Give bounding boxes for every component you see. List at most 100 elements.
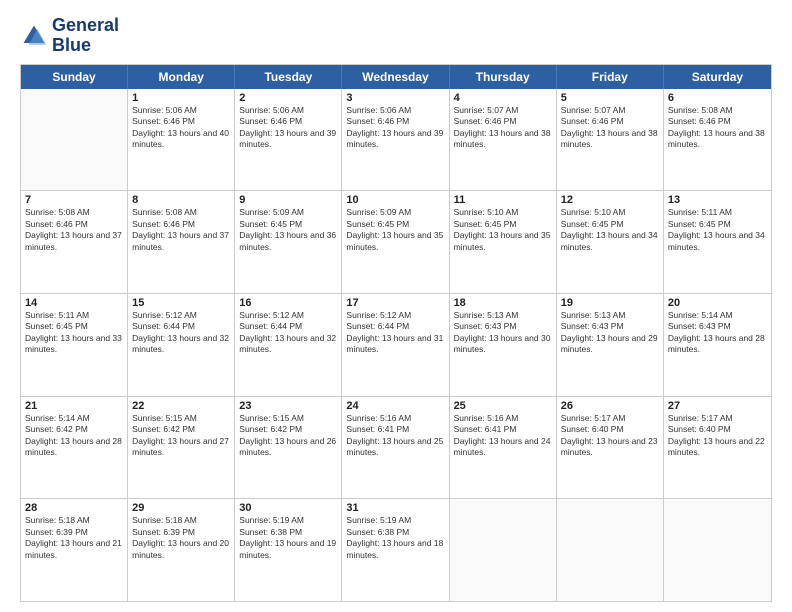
cell-sun-info: Sunrise: 5:18 AM Sunset: 6:39 PM Dayligh… xyxy=(25,515,123,561)
cell-sun-info: Sunrise: 5:14 AM Sunset: 6:42 PM Dayligh… xyxy=(25,413,123,459)
calendar-cell: 12Sunrise: 5:10 AM Sunset: 6:45 PM Dayli… xyxy=(557,191,664,293)
day-number: 7 xyxy=(25,194,123,206)
calendar-cell: 2Sunrise: 5:06 AM Sunset: 6:46 PM Daylig… xyxy=(235,89,342,191)
cell-sun-info: Sunrise: 5:07 AM Sunset: 6:46 PM Dayligh… xyxy=(561,105,659,151)
day-number: 14 xyxy=(25,297,123,309)
calendar-cell: 8Sunrise: 5:08 AM Sunset: 6:46 PM Daylig… xyxy=(128,191,235,293)
day-number: 4 xyxy=(454,92,552,104)
cell-sun-info: Sunrise: 5:14 AM Sunset: 6:43 PM Dayligh… xyxy=(668,310,767,356)
cell-sun-info: Sunrise: 5:19 AM Sunset: 6:38 PM Dayligh… xyxy=(239,515,337,561)
calendar-cell: 24Sunrise: 5:16 AM Sunset: 6:41 PM Dayli… xyxy=(342,397,449,499)
header-day-wednesday: Wednesday xyxy=(342,65,449,89)
calendar-cell: 31Sunrise: 5:19 AM Sunset: 6:38 PM Dayli… xyxy=(342,499,449,601)
header-day-friday: Friday xyxy=(557,65,664,89)
header-day-sunday: Sunday xyxy=(21,65,128,89)
calendar-week-4: 21Sunrise: 5:14 AM Sunset: 6:42 PM Dayli… xyxy=(21,396,771,499)
day-number: 23 xyxy=(239,400,337,412)
cell-sun-info: Sunrise: 5:17 AM Sunset: 6:40 PM Dayligh… xyxy=(668,413,767,459)
page: General Blue SundayMondayTuesdayWednesda… xyxy=(0,0,792,612)
day-number: 1 xyxy=(132,92,230,104)
day-number: 12 xyxy=(561,194,659,206)
cell-sun-info: Sunrise: 5:08 AM Sunset: 6:46 PM Dayligh… xyxy=(668,105,767,151)
calendar-cell: 22Sunrise: 5:15 AM Sunset: 6:42 PM Dayli… xyxy=(128,397,235,499)
calendar-cell: 15Sunrise: 5:12 AM Sunset: 6:44 PM Dayli… xyxy=(128,294,235,396)
cell-sun-info: Sunrise: 5:18 AM Sunset: 6:39 PM Dayligh… xyxy=(132,515,230,561)
calendar-cell xyxy=(557,499,664,601)
calendar-cell xyxy=(664,499,771,601)
cell-sun-info: Sunrise: 5:15 AM Sunset: 6:42 PM Dayligh… xyxy=(132,413,230,459)
cell-sun-info: Sunrise: 5:16 AM Sunset: 6:41 PM Dayligh… xyxy=(346,413,444,459)
calendar-cell: 7Sunrise: 5:08 AM Sunset: 6:46 PM Daylig… xyxy=(21,191,128,293)
day-number: 29 xyxy=(132,502,230,514)
cell-sun-info: Sunrise: 5:16 AM Sunset: 6:41 PM Dayligh… xyxy=(454,413,552,459)
cell-sun-info: Sunrise: 5:15 AM Sunset: 6:42 PM Dayligh… xyxy=(239,413,337,459)
day-number: 27 xyxy=(668,400,767,412)
calendar-week-1: 1 Sunrise: 5:06 AM Sunset: 6:46 PM Daylig… xyxy=(21,89,771,191)
logo: General Blue xyxy=(20,16,119,56)
logo-text: General Blue xyxy=(52,16,119,56)
cell-sun-info: Sunrise: 5:08 AM Sunset: 6:46 PM Dayligh… xyxy=(132,207,230,253)
day-number: 22 xyxy=(132,400,230,412)
calendar-header: SundayMondayTuesdayWednesdayThursdayFrid… xyxy=(21,65,771,89)
header-day-monday: Monday xyxy=(128,65,235,89)
cell-sun-info: Sunrise: 5:09 AM Sunset: 6:45 PM Dayligh… xyxy=(239,207,337,253)
day-number: 21 xyxy=(25,400,123,412)
calendar-cell: 23Sunrise: 5:15 AM Sunset: 6:42 PM Dayli… xyxy=(235,397,342,499)
calendar-body: 1 Sunrise: 5:06 AM Sunset: 6:46 PM Daylig… xyxy=(21,89,771,601)
calendar: SundayMondayTuesdayWednesdayThursdayFrid… xyxy=(20,64,772,602)
calendar-cell: 27Sunrise: 5:17 AM Sunset: 6:40 PM Dayli… xyxy=(664,397,771,499)
calendar-cell: 30Sunrise: 5:19 AM Sunset: 6:38 PM Dayli… xyxy=(235,499,342,601)
calendar-cell: 5Sunrise: 5:07 AM Sunset: 6:46 PM Daylig… xyxy=(557,89,664,191)
calendar-cell: 9Sunrise: 5:09 AM Sunset: 6:45 PM Daylig… xyxy=(235,191,342,293)
cell-sun-info: Sunrise: 5:12 AM Sunset: 6:44 PM Dayligh… xyxy=(132,310,230,356)
day-number: 19 xyxy=(561,297,659,309)
cell-sun-info: Sunrise: 5:11 AM Sunset: 6:45 PM Dayligh… xyxy=(668,207,767,253)
calendar-cell: 13Sunrise: 5:11 AM Sunset: 6:45 PM Dayli… xyxy=(664,191,771,293)
cell-sun-info: Sunrise: 5:10 AM Sunset: 6:45 PM Dayligh… xyxy=(454,207,552,253)
cell-sun-info: Sunrise: 5:06 AM Sunset: 6:46 PM Dayligh… xyxy=(239,105,337,151)
cell-sun-info: Sunrise: 5:06 AM Sunset: 6:46 PM Dayligh… xyxy=(346,105,444,151)
cell-sun-info: Sunrise: 5:19 AM Sunset: 6:38 PM Dayligh… xyxy=(346,515,444,561)
calendar-cell: 10Sunrise: 5:09 AM Sunset: 6:45 PM Dayli… xyxy=(342,191,449,293)
day-number: 10 xyxy=(346,194,444,206)
calendar-cell: 18Sunrise: 5:13 AM Sunset: 6:43 PM Dayli… xyxy=(450,294,557,396)
cell-sun-info: Sunrise: 5:17 AM Sunset: 6:40 PM Dayligh… xyxy=(561,413,659,459)
calendar-cell: 11Sunrise: 5:10 AM Sunset: 6:45 PM Dayli… xyxy=(450,191,557,293)
day-number: 2 xyxy=(239,92,337,104)
cell-sun-info: Sunrise: 5:12 AM Sunset: 6:44 PM Dayligh… xyxy=(346,310,444,356)
cell-sun-info: Sunrise: 5:08 AM Sunset: 6:46 PM Dayligh… xyxy=(25,207,123,253)
calendar-cell: 3Sunrise: 5:06 AM Sunset: 6:46 PM Daylig… xyxy=(342,89,449,191)
cell-sun-info: Sunrise: 5:10 AM Sunset: 6:45 PM Dayligh… xyxy=(561,207,659,253)
day-number: 6 xyxy=(668,92,767,104)
day-number: 18 xyxy=(454,297,552,309)
header-day-tuesday: Tuesday xyxy=(235,65,342,89)
cell-sun-info: Sunrise: 5:12 AM Sunset: 6:44 PM Dayligh… xyxy=(239,310,337,356)
day-number: 24 xyxy=(346,400,444,412)
calendar-cell: 1Sunrise: 5:06 AM Sunset: 6:46 PM Daylig… xyxy=(128,89,235,191)
calendar-cell xyxy=(21,89,128,191)
cell-sun-info: Sunrise: 5:09 AM Sunset: 6:45 PM Dayligh… xyxy=(346,207,444,253)
cell-sun-info: Sunrise: 5:13 AM Sunset: 6:43 PM Dayligh… xyxy=(454,310,552,356)
day-number: 30 xyxy=(239,502,337,514)
day-number: 11 xyxy=(454,194,552,206)
day-number: 9 xyxy=(239,194,337,206)
day-number: 17 xyxy=(346,297,444,309)
calendar-cell: 25Sunrise: 5:16 AM Sunset: 6:41 PM Dayli… xyxy=(450,397,557,499)
calendar-cell: 20Sunrise: 5:14 AM Sunset: 6:43 PM Dayli… xyxy=(664,294,771,396)
calendar-week-3: 14Sunrise: 5:11 AM Sunset: 6:45 PM Dayli… xyxy=(21,293,771,396)
day-number: 8 xyxy=(132,194,230,206)
header-day-saturday: Saturday xyxy=(664,65,771,89)
calendar-cell xyxy=(450,499,557,601)
day-number: 13 xyxy=(668,194,767,206)
logo-icon xyxy=(20,22,48,50)
calendar-cell: 21Sunrise: 5:14 AM Sunset: 6:42 PM Dayli… xyxy=(21,397,128,499)
calendar-week-2: 7Sunrise: 5:08 AM Sunset: 6:46 PM Daylig… xyxy=(21,190,771,293)
calendar-cell: 16Sunrise: 5:12 AM Sunset: 6:44 PM Dayli… xyxy=(235,294,342,396)
day-number: 16 xyxy=(239,297,337,309)
day-number: 28 xyxy=(25,502,123,514)
calendar-cell: 14Sunrise: 5:11 AM Sunset: 6:45 PM Dayli… xyxy=(21,294,128,396)
day-number: 26 xyxy=(561,400,659,412)
calendar-cell: 17Sunrise: 5:12 AM Sunset: 6:44 PM Dayli… xyxy=(342,294,449,396)
header: General Blue xyxy=(20,16,772,56)
calendar-cell: 19Sunrise: 5:13 AM Sunset: 6:43 PM Dayli… xyxy=(557,294,664,396)
